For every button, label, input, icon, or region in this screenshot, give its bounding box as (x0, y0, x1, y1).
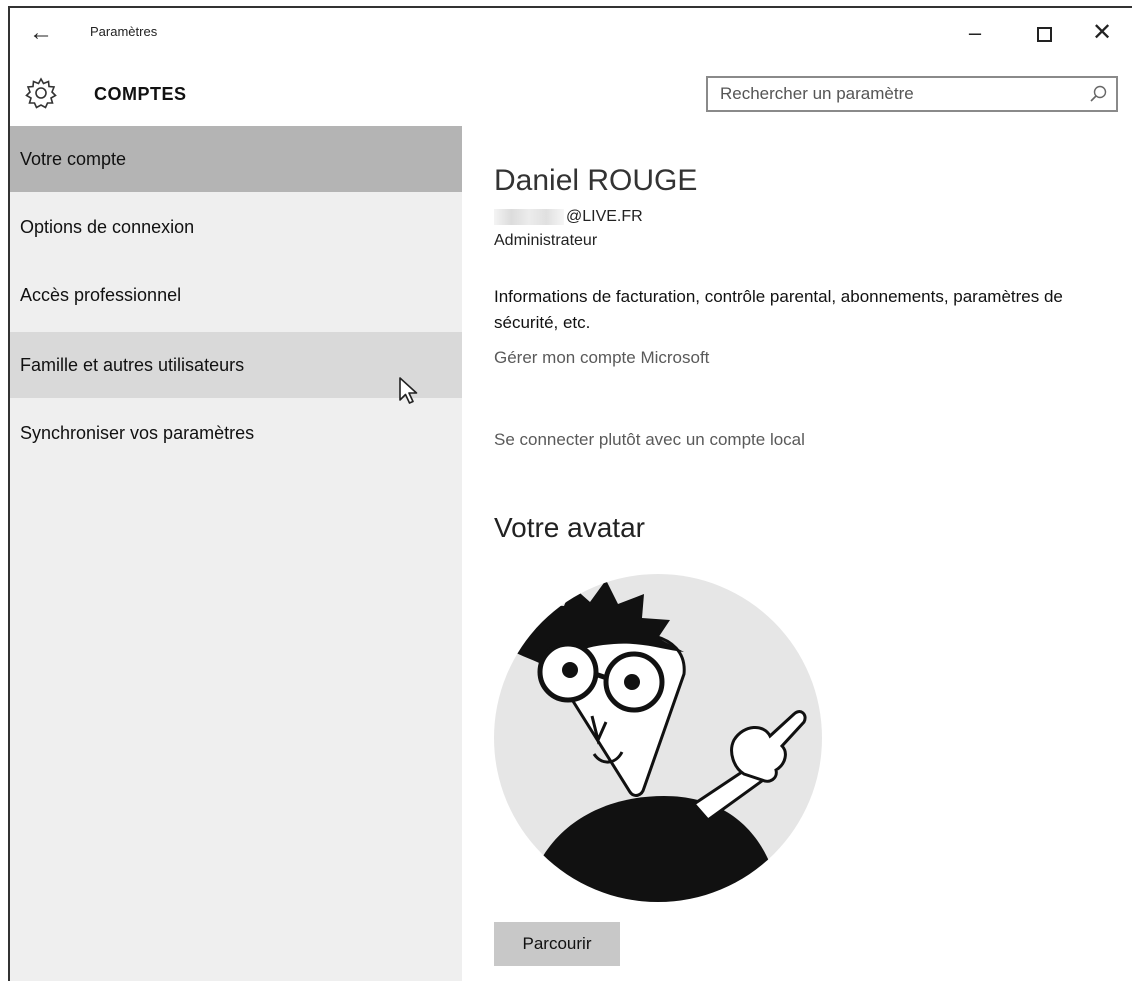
search-box[interactable] (706, 76, 1118, 112)
billing-info-text: Informations de facturation, contrôle pa… (494, 287, 1063, 332)
user-name: Daniel ROUGE (494, 164, 698, 197)
redacted-email-blur (494, 209, 564, 225)
email-suffix: @LIVE.FR (566, 208, 643, 225)
search-input[interactable] (708, 78, 1080, 110)
app-title: Paramètres (90, 24, 158, 39)
sidebar-item-famille[interactable]: Famille et autres utilisateurs (10, 332, 462, 398)
local-account-link[interactable]: Se connecter plutôt avec un compte local (494, 430, 805, 450)
sidebar-item-votre-compte[interactable]: Votre compte (10, 126, 462, 192)
minimize-icon[interactable]: – (953, 18, 997, 48)
mouse-cursor-icon (399, 377, 418, 404)
sidebar-item-synchroniser[interactable]: Synchroniser vos paramètres (10, 400, 462, 466)
sidebar: Votre compte Options de connexion Accès … (10, 126, 462, 981)
gear-icon (25, 77, 57, 109)
section-title: COMPTES (94, 84, 187, 104)
email-row: @LIVE.FR (494, 208, 643, 230)
browse-button[interactable]: Parcourir (494, 922, 620, 966)
sidebar-item-label: Votre compte (20, 149, 127, 169)
main-content: Daniel ROUGE @LIVE.FR Administrateur Inf… (462, 126, 1132, 981)
search-icon[interactable] (1088, 84, 1108, 104)
sidebar-item-acces-professionnel[interactable]: Accès professionnel (10, 262, 462, 328)
avatar (494, 574, 822, 902)
close-icon[interactable]: ✕ (1080, 18, 1124, 48)
account-role: Administrateur (494, 232, 598, 249)
sidebar-item-label: Famille et autres utilisateurs (20, 355, 245, 375)
sidebar-item-label: Synchroniser vos paramètres (20, 423, 255, 443)
avatar-illustration (514, 580, 807, 902)
title-bar: ← Paramètres – ✕ (10, 8, 1132, 60)
manage-microsoft-account-link[interactable]: Gérer mon compte Microsoft (494, 348, 709, 368)
sidebar-item-options-connexion[interactable]: Options de connexion (10, 194, 462, 260)
settings-window: ← Paramètres – ✕ COMPTES Votre compte Op… (8, 6, 1132, 981)
back-arrow-icon[interactable]: ← (24, 16, 58, 50)
sidebar-item-label: Accès professionnel (20, 285, 182, 305)
page-header: COMPTES (10, 60, 1132, 126)
maximize-icon[interactable] (1022, 18, 1066, 48)
avatar-heading: Votre avatar (494, 512, 645, 543)
sidebar-item-label: Options de connexion (20, 217, 195, 237)
